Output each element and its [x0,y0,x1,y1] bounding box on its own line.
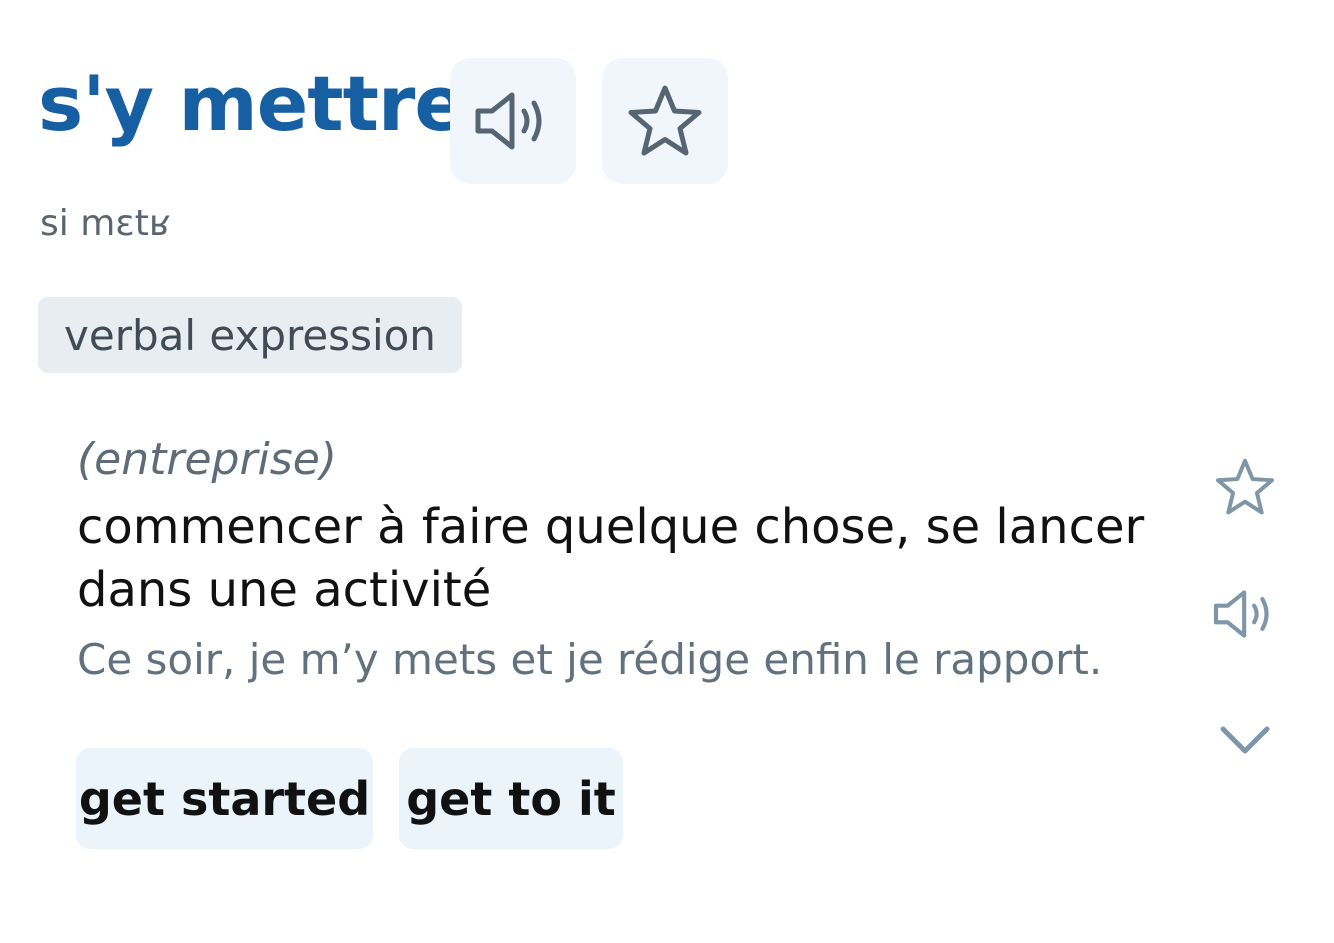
chevron-down-icon [1220,726,1270,754]
star-outline-icon [628,85,702,156]
sense-example: Ce soir, je m’y mets et je rédige enfin … [77,635,1103,684]
part-of-speech-tag: verbal expression [38,297,462,373]
phonetic-transcription: si mɛtʁ [40,203,171,244]
play-audio-button[interactable] [450,58,576,184]
sense-audio-button[interactable] [1210,586,1280,642]
sense-definition: commencer à faire quelque chose, se lanc… [77,499,1145,618]
sense-favorite-button[interactable] [1212,455,1278,519]
headword: s'y mettre [38,59,466,148]
sense-expand-button[interactable] [1216,722,1274,758]
translation-chip[interactable]: get to it [399,748,623,849]
speaker-icon [1213,590,1269,638]
part-of-speech-label: verbal expression [64,310,436,360]
speaker-icon [475,92,542,150]
sense-domain-label: (entreprise) [77,434,337,485]
star-outline-icon [1215,458,1275,515]
favorite-button[interactable] [602,58,728,184]
translation-chip[interactable]: get started [76,748,373,849]
